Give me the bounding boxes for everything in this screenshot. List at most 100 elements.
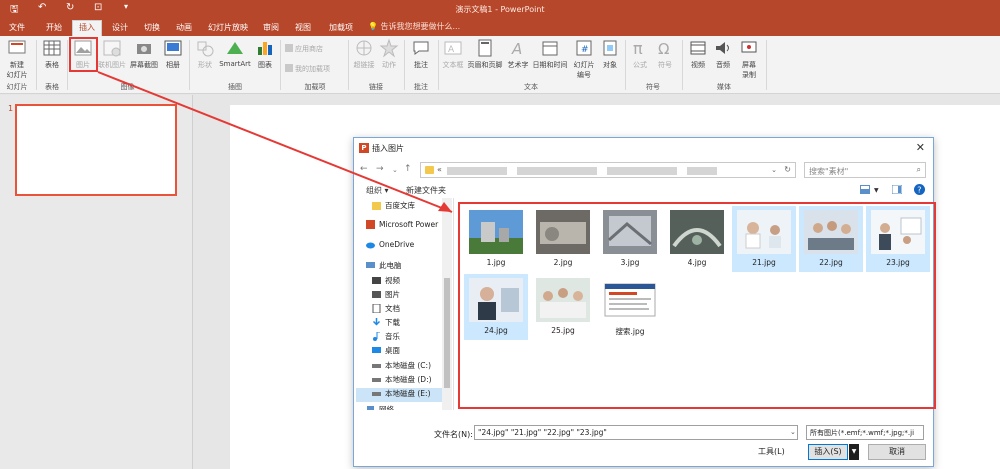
pi-icon: π bbox=[633, 39, 643, 58]
help-icon[interactable]: ? bbox=[914, 184, 925, 195]
tree-item-microsoft-powerpoint[interactable]: Microsoft Power bbox=[366, 220, 453, 234]
store-button[interactable]: 应用商店 bbox=[285, 44, 323, 54]
cloud-icon bbox=[366, 242, 375, 249]
equation-button[interactable]: π 公式 bbox=[628, 38, 652, 70]
file-name: 4.jpg bbox=[687, 258, 707, 267]
screen-recording-button[interactable]: 屏幕 录制 bbox=[736, 38, 762, 80]
object-button[interactable]: 对象 bbox=[598, 38, 622, 70]
audio-button[interactable]: 音频 bbox=[711, 38, 735, 70]
audio-label: 音频 bbox=[716, 61, 730, 69]
tell-me-text: 告诉我您想要做什么... bbox=[380, 22, 461, 31]
header-footer-button[interactable]: 页眉和页脚 bbox=[466, 38, 504, 70]
close-icon[interactable]: ✕ bbox=[916, 141, 925, 154]
smartart-button[interactable]: SmartArt bbox=[217, 38, 253, 68]
file-item-selected[interactable]: 23.jpg bbox=[866, 206, 930, 272]
forward-icon[interactable]: → bbox=[376, 164, 384, 174]
folder-icon bbox=[372, 202, 381, 210]
wordart-button[interactable]: A 艺术字 bbox=[505, 38, 531, 70]
svg-text:#: # bbox=[581, 45, 589, 55]
symbol-button[interactable]: Ω 符号 bbox=[653, 38, 677, 70]
filename-input[interactable]: "24.jpg" "21.jpg" "22.jpg" "23.jpg" bbox=[474, 425, 798, 440]
filename-dropdown-icon[interactable]: ⌄ bbox=[790, 428, 796, 436]
addins-icon bbox=[285, 64, 293, 72]
file-item[interactable]: 4.jpg bbox=[665, 206, 729, 272]
file-item-selected[interactable]: 22.jpg bbox=[799, 206, 863, 272]
comment-button[interactable]: 批注 bbox=[407, 38, 435, 70]
textbox-button[interactable]: A 文本框 bbox=[440, 38, 466, 70]
action-button[interactable]: 动作 bbox=[377, 38, 401, 70]
search-input[interactable]: 搜索"素材" ⌕ bbox=[804, 162, 926, 178]
navigation-bar: ← → ⌄ ↑ « ⌄ ↻ 搜索"素材" ⌕ bbox=[354, 160, 933, 180]
chart-button[interactable]: 图表 bbox=[253, 38, 277, 70]
insert-button[interactable]: 插入(S) bbox=[808, 444, 848, 460]
scrollbar-thumb[interactable] bbox=[444, 278, 450, 388]
organize-menu[interactable]: 组织 ▾ bbox=[366, 185, 389, 196]
slide-number-button[interactable]: # 幻灯片 编号 bbox=[570, 38, 598, 80]
my-addins-button[interactable]: 我的加载项 bbox=[285, 64, 330, 74]
file-item[interactable]: 3.jpg bbox=[598, 206, 662, 272]
network-icon bbox=[367, 406, 374, 410]
group-label-tables: 表格 bbox=[45, 83, 59, 91]
tab-home[interactable]: 开始 bbox=[40, 21, 68, 36]
tree-item-label: 此电脑 bbox=[379, 261, 402, 270]
table-button[interactable]: 表格 bbox=[40, 38, 64, 70]
filetype-select[interactable]: 所有图片(*.emf;*.wmf;*.jpg;*.ji bbox=[806, 425, 924, 440]
tree-item-label: 下载 bbox=[385, 318, 400, 327]
view-options-icon[interactable] bbox=[860, 185, 870, 194]
group-divider bbox=[36, 40, 37, 90]
refresh-icon[interactable]: ↻ bbox=[784, 165, 791, 174]
new-slide-button[interactable]: 新建 幻灯片 bbox=[2, 38, 32, 80]
insert-options-dropdown-icon[interactable]: ▼ bbox=[849, 444, 859, 460]
ribbon: 新建 幻灯片 幻灯片 表格 表格 图片 联机图片 屏幕截图 相册 图像 形状 S… bbox=[0, 36, 1000, 94]
file-grid: 1.jpg 2.jpg 3.jpg 4.jpg 21.jpg 22.jpg 23… bbox=[458, 202, 936, 409]
file-item[interactable]: 1.jpg bbox=[464, 206, 528, 272]
tab-addins[interactable]: 加载项 bbox=[324, 21, 358, 36]
view-dropdown-icon[interactable]: ▼ bbox=[874, 187, 879, 194]
tab-review[interactable]: 审阅 bbox=[258, 21, 284, 36]
tree-item-this-pc[interactable]: 此电脑 bbox=[366, 260, 453, 274]
tree-scrollbar[interactable] bbox=[442, 198, 452, 410]
cancel-button[interactable]: 取消 bbox=[868, 444, 926, 460]
my-addins-label: 我的加载项 bbox=[295, 65, 330, 73]
tab-insert[interactable]: 插入 bbox=[72, 20, 102, 36]
dialog-title-bar: P 插入图片 ✕ bbox=[354, 138, 933, 158]
tell-me-search[interactable]: 💡 告诉我您想要做什么... bbox=[368, 21, 460, 32]
online-picture-button[interactable]: 联机图片 bbox=[97, 38, 127, 70]
group-label-comments: 批注 bbox=[414, 83, 428, 91]
search-icon: ⌕ bbox=[916, 165, 921, 174]
file-item-selected[interactable]: 24.jpg bbox=[464, 274, 528, 340]
address-bar[interactable]: « ⌄ ↻ bbox=[420, 162, 796, 178]
file-item[interactable]: 25.jpg bbox=[531, 274, 595, 340]
date-time-button[interactable]: 日期和时间 bbox=[531, 38, 569, 70]
store-label: 应用商店 bbox=[295, 45, 323, 53]
tab-animations[interactable]: 动画 bbox=[170, 21, 198, 36]
tab-view[interactable]: 视图 bbox=[290, 21, 316, 36]
tab-file[interactable]: 文件 bbox=[5, 21, 29, 36]
shapes-button[interactable]: 形状 bbox=[193, 38, 217, 70]
recent-locations-icon[interactable]: ⌄ bbox=[392, 166, 398, 174]
tree-item-onedrive[interactable]: OneDrive bbox=[366, 240, 453, 254]
calendar-icon bbox=[542, 41, 558, 56]
up-icon[interactable]: ↑ bbox=[404, 164, 412, 174]
back-icon[interactable]: ← bbox=[360, 164, 368, 174]
screenshot-button[interactable]: 屏幕截图 bbox=[128, 38, 160, 70]
album-button[interactable]: 相册 bbox=[161, 38, 185, 70]
address-dropdown-icon[interactable]: ⌄ bbox=[771, 166, 777, 174]
file-item[interactable]: 搜索.jpg bbox=[598, 274, 662, 340]
preview-pane-icon[interactable] bbox=[892, 185, 902, 194]
tab-design[interactable]: 设计 bbox=[106, 21, 134, 36]
desktop-icon bbox=[372, 347, 381, 353]
new-folder-button[interactable]: 新建文件夹 bbox=[406, 185, 446, 196]
tab-slideshow[interactable]: 幻灯片放映 bbox=[204, 21, 252, 36]
tools-menu[interactable]: 工具(L) bbox=[758, 446, 785, 457]
video-button[interactable]: 视频 bbox=[686, 38, 710, 70]
tree-item-network[interactable]: 网络 bbox=[366, 404, 453, 410]
slide-thumbnail[interactable] bbox=[15, 104, 177, 196]
tab-transitions[interactable]: 切换 bbox=[138, 21, 166, 36]
screen-recording-label: 屏幕 录制 bbox=[742, 61, 756, 79]
hyperlink-button[interactable]: 超链接 bbox=[351, 38, 377, 70]
file-item-selected[interactable]: 21.jpg bbox=[732, 206, 796, 272]
file-thumbnail bbox=[603, 210, 657, 254]
tree-item-drive-e[interactable]: 本地磁盘 (E:) bbox=[356, 388, 442, 402]
file-item[interactable]: 2.jpg bbox=[531, 206, 595, 272]
